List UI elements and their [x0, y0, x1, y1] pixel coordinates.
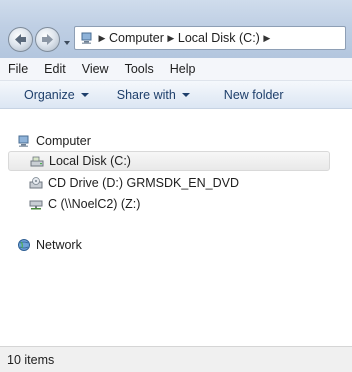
tree-item-network-drive[interactable]: C (\\NoelC2) (Z:) — [28, 194, 140, 214]
arrow-right-icon — [42, 34, 53, 45]
tree-item-label: CD Drive (D:) GRMSDK_EN_DVD — [48, 176, 239, 190]
navigation-pane: Computer Local Disk (C:) CD Drive (D:) G… — [0, 109, 352, 345]
breadcrumb-local-disk[interactable]: Local Disk (C:) — [178, 31, 260, 45]
share-with-button[interactable]: Share with — [109, 81, 198, 108]
menu-edit[interactable]: Edit — [36, 59, 74, 79]
organize-label: Organize — [24, 87, 75, 102]
menu-file[interactable]: File — [0, 59, 36, 79]
tree-item-label: Network — [36, 238, 82, 252]
breadcrumb-separator-icon[interactable]: ▶ — [95, 30, 109, 46]
tree-item-label: C (\\NoelC2) (Z:) — [48, 197, 141, 211]
menu-tools[interactable]: Tools — [117, 59, 162, 79]
arrow-left-icon — [15, 34, 26, 45]
tree-item-cd-drive[interactable]: CD Drive (D:) GRMSDK_EN_DVD — [28, 173, 239, 193]
forward-button[interactable] — [35, 27, 60, 52]
menu-view[interactable]: View — [74, 59, 117, 79]
share-with-label: Share with — [116, 87, 176, 102]
menu-help[interactable]: Help — [162, 59, 204, 79]
tree-item-computer[interactable]: Computer — [16, 131, 91, 151]
tree-item-label: Computer — [36, 134, 91, 148]
breadcrumb-separator-icon[interactable]: ▶ — [260, 30, 274, 46]
tree-item-local-disk[interactable]: Local Disk (C:) — [8, 151, 330, 171]
status-bar: 10 items — [0, 346, 352, 372]
network-drive-icon — [28, 196, 44, 212]
network-icon — [16, 237, 32, 253]
command-bar: Organize Share with New folder — [0, 81, 352, 109]
breadcrumb-separator-icon[interactable]: ▶ — [164, 30, 178, 46]
tree-item-network[interactable]: Network — [16, 235, 82, 255]
cd-drive-icon — [28, 175, 44, 191]
breadcrumb-computer[interactable]: Computer — [109, 31, 164, 45]
item-count: 10 items — [7, 352, 55, 367]
recent-pages-dropdown[interactable] — [63, 36, 71, 45]
new-folder-label: New folder — [223, 87, 284, 102]
computer-icon — [16, 133, 32, 149]
new-folder-button[interactable]: New folder — [216, 81, 292, 108]
computer-icon — [79, 30, 95, 46]
chevron-down-icon — [181, 92, 190, 97]
chevron-down-icon — [80, 92, 89, 97]
back-button[interactable] — [8, 27, 33, 52]
chevron-down-icon — [64, 41, 70, 45]
hard-drive-icon — [29, 153, 45, 169]
menu-bar: File Edit View Tools Help — [0, 58, 352, 81]
window-titlebar: ▶ Computer ▶ Local Disk (C:) ▶ — [0, 0, 352, 58]
address-bar[interactable]: ▶ Computer ▶ Local Disk (C:) ▶ — [74, 26, 346, 50]
tree-item-label: Local Disk (C:) — [49, 154, 131, 168]
organize-button[interactable]: Organize — [16, 81, 97, 108]
